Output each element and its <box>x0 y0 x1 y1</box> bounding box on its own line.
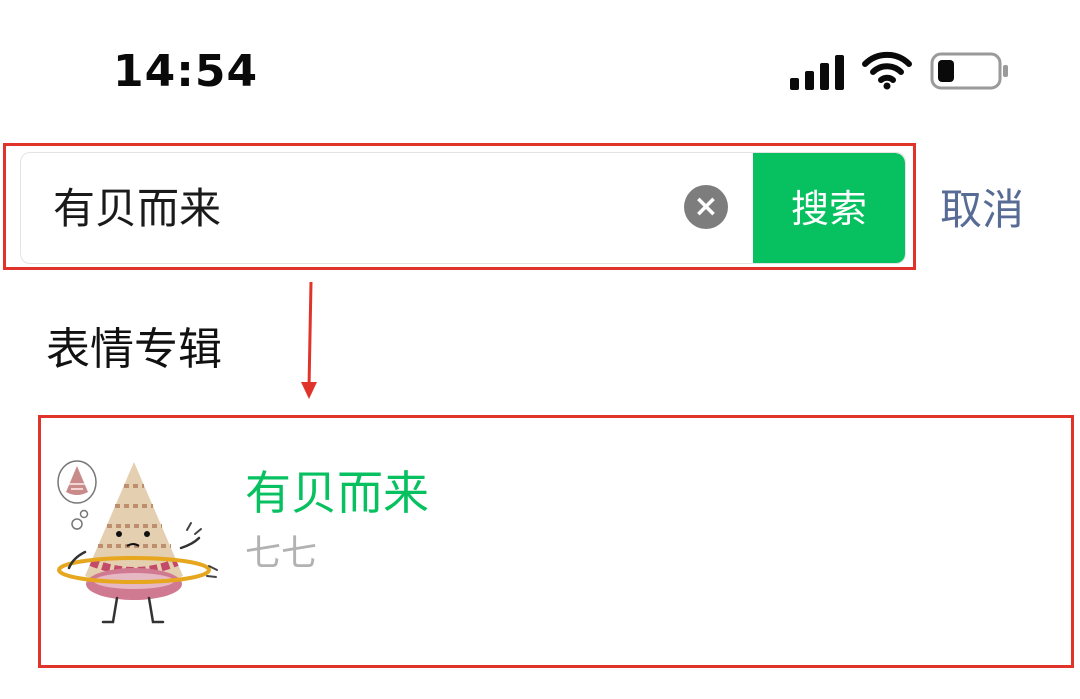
search-bar: × 搜索 <box>20 152 906 264</box>
album-title: 有贝而来 <box>245 466 429 520</box>
annotation-arrow <box>301 282 317 399</box>
shell-sticker-image <box>57 460 218 624</box>
cancel-button[interactable]: 取消 <box>940 180 1024 240</box>
status-time: 14:54 <box>113 46 259 97</box>
section-title: 表情专辑 <box>46 324 222 375</box>
wifi-icon <box>862 51 912 90</box>
battery-icon <box>930 52 1008 90</box>
list-item[interactable]: 有贝而来 七七 <box>41 418 1071 665</box>
clear-icon[interactable]: × <box>684 185 728 229</box>
album-author: 七七 <box>245 533 318 574</box>
signal-icon <box>790 55 844 90</box>
search-button[interactable]: 搜索 <box>753 153 905 263</box>
search-input[interactable] <box>53 179 653 239</box>
